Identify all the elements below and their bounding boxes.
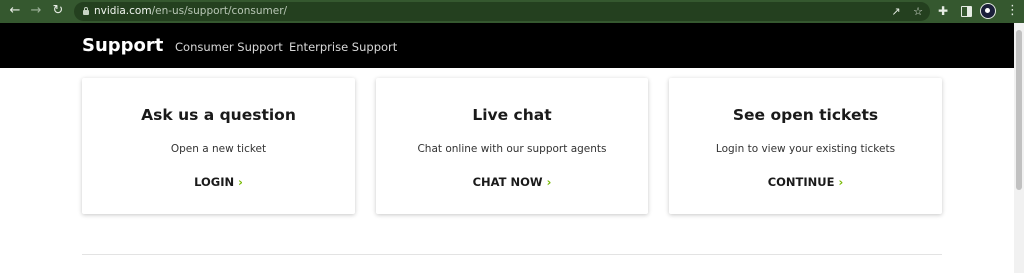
extensions-icon[interactable]: ✚ — [938, 3, 948, 19]
brand-title[interactable]: Support — [82, 35, 163, 57]
card-title: See open tickets — [732, 106, 879, 124]
card-title: Ask us a question — [141, 106, 296, 124]
scrollbar-thumb[interactable] — [1016, 30, 1022, 190]
forward-icon[interactable]: → — [28, 3, 44, 19]
star-icon[interactable]: ☆ — [911, 4, 925, 19]
profile-avatar[interactable] — [980, 3, 996, 19]
card-description: Open a new ticket — [170, 143, 267, 155]
card-open-tickets: See open tickets Login to view your exis… — [669, 78, 942, 214]
continue-link[interactable]: CONTINUE › — [669, 174, 942, 190]
card-live-chat: Live chat Chat online with our support a… — [376, 78, 648, 214]
nav-enterprise-support[interactable]: Enterprise Support — [289, 39, 397, 55]
continue-link-label: CONTINUE — [767, 175, 835, 189]
back-icon[interactable]: ← — [7, 3, 23, 19]
url-host: nvidia.com — [94, 5, 152, 17]
menu-icon[interactable]: ⋮ — [1006, 3, 1019, 19]
section-divider — [82, 254, 942, 255]
lock-icon[interactable] — [83, 7, 89, 15]
chevron-right-icon: › — [546, 175, 552, 189]
share-icon[interactable]: ↗ — [889, 4, 903, 19]
chat-now-link[interactable]: CHAT NOW › — [376, 174, 648, 190]
site-header: Support Consumer Support Enterprise Supp… — [0, 23, 1014, 68]
side-panel-icon[interactable] — [961, 6, 972, 17]
nav-consumer-support[interactable]: Consumer Support — [175, 39, 283, 55]
browser-toolbar: ← → ↻ nvidia.com/en-us/support/consumer/… — [0, 0, 1024, 23]
chat-now-link-label: CHAT NOW — [472, 175, 543, 189]
reload-icon[interactable]: ↻ — [50, 3, 66, 19]
login-link[interactable]: LOGIN › — [82, 174, 355, 190]
login-link-label: LOGIN — [194, 175, 235, 189]
url-text[interactable]: nvidia.com/en-us/support/consumer/ — [94, 4, 287, 19]
card-title: Live chat — [472, 106, 552, 124]
address-bar[interactable]: nvidia.com/en-us/support/consumer/ ↗ ☆ — [74, 2, 930, 21]
card-ask-question: Ask us a question Open a new ticket LOGI… — [82, 78, 355, 214]
url-path: /en-us/support/consumer/ — [151, 5, 288, 17]
chevron-right-icon: › — [238, 175, 243, 189]
chevron-right-icon: › — [838, 175, 844, 189]
card-description: Chat online with our support agents — [417, 143, 607, 155]
card-description: Login to view your existing tickets — [715, 143, 896, 155]
